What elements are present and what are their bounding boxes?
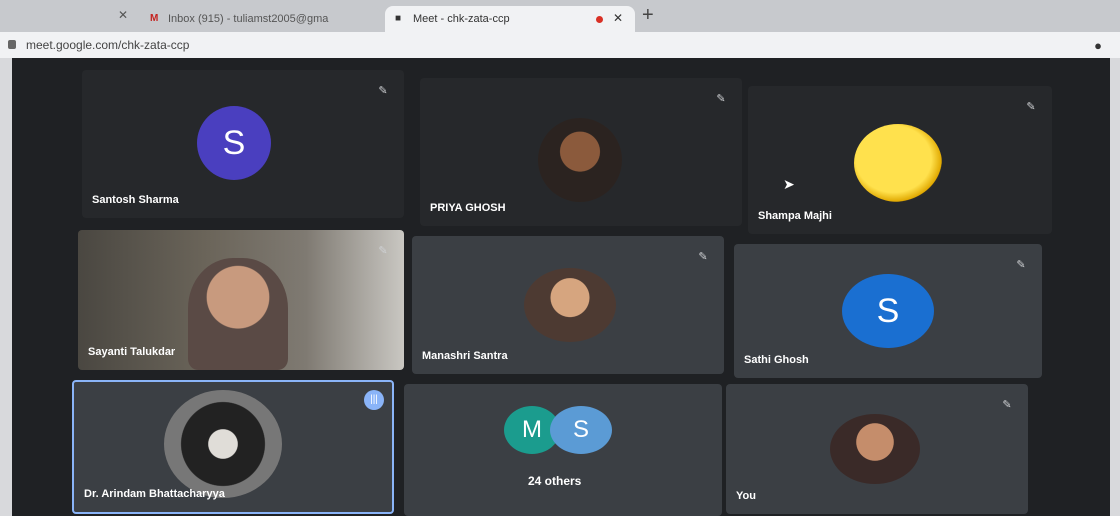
- mic-off-icon: ✎: [698, 251, 708, 263]
- avatar: [538, 118, 622, 202]
- cursor-icon: ➤: [783, 176, 795, 192]
- meet-icon: ■: [395, 13, 402, 24]
- address-bar[interactable]: meet.google.com/chk-zata-ccp ●: [0, 32, 1120, 58]
- participant-tile[interactable]: ✎ PRIYA GHOSH: [420, 78, 742, 226]
- others-tile[interactable]: M S 24 others: [404, 384, 722, 516]
- tab-title: Inbox (915) - tuliamst2005@gma: [168, 13, 329, 25]
- avatar: [164, 390, 282, 498]
- participant-name: Dr. Arindam Bhattacharyya: [84, 488, 225, 500]
- participant-tile[interactable]: ✎ Sayanti Talukdar: [78, 230, 404, 370]
- avatar: S: [550, 406, 612, 454]
- tab-title: Meet - chk-zata-ccp: [413, 13, 510, 25]
- avatar: [524, 268, 616, 342]
- participant-tile[interactable]: ✎ S Santosh Sharma: [82, 70, 404, 218]
- participant-name: You: [736, 490, 756, 502]
- avatar: S: [842, 274, 934, 348]
- participant-name: PRIYA GHOSH: [430, 202, 506, 214]
- gmail-icon: M: [150, 13, 159, 24]
- close-icon[interactable]: ✕: [613, 11, 623, 25]
- mic-off-icon: ✎: [378, 85, 388, 97]
- others-count: 24 others: [528, 474, 582, 488]
- participant-name: Sayanti Talukdar: [88, 346, 176, 358]
- emoji-avatar: [854, 124, 942, 202]
- video-feed: [188, 258, 288, 370]
- self-tile[interactable]: ✎ You: [726, 384, 1028, 514]
- close-icon[interactable]: ✕: [118, 8, 128, 22]
- participant-name: Manashri Santra: [422, 350, 508, 362]
- profile-icon[interactable]: ●: [1094, 38, 1102, 53]
- mic-off-icon: ✎: [378, 245, 388, 257]
- meeting-grid: ✎ S Santosh Sharma ✎ PRIYA GHOSH ✎ Shamp…: [12, 58, 1110, 516]
- mic-off-icon: ✎: [716, 93, 726, 105]
- tab-meet[interactable]: ■ Meet - chk-zata-ccp ✕: [385, 6, 635, 32]
- tab-gmail[interactable]: M Inbox (915) - tuliamst2005@gma: [140, 6, 380, 32]
- mic-off-icon: ✎: [1026, 101, 1036, 113]
- participant-name: Sathi Ghosh: [744, 354, 809, 366]
- avatar: S: [197, 106, 271, 180]
- tab-strip: ✕ M Inbox (915) - tuliamst2005@gma ■ Mee…: [0, 0, 1120, 32]
- participant-tile[interactable]: ✎ S Sathi Ghosh: [734, 244, 1042, 378]
- avatar: [830, 414, 920, 484]
- participant-tile[interactable]: ✎ Shampa Majhi: [748, 86, 1052, 234]
- mic-off-icon: ✎: [1016, 259, 1026, 271]
- participant-tile[interactable]: ✎ Manashri Santra: [412, 236, 724, 374]
- new-tab-button[interactable]: +: [642, 5, 654, 25]
- participant-name: Santosh Sharma: [92, 194, 179, 206]
- recording-indicator-icon: [596, 16, 603, 23]
- participant-name: Shampa Majhi: [758, 210, 832, 222]
- lock-icon: [8, 40, 16, 49]
- url-text[interactable]: meet.google.com/chk-zata-ccp: [26, 38, 189, 52]
- participant-tile[interactable]: ||| Dr. Arindam Bhattacharyya: [72, 380, 394, 514]
- mic-off-icon: ✎: [1002, 399, 1012, 411]
- speaking-icon: |||: [364, 390, 384, 410]
